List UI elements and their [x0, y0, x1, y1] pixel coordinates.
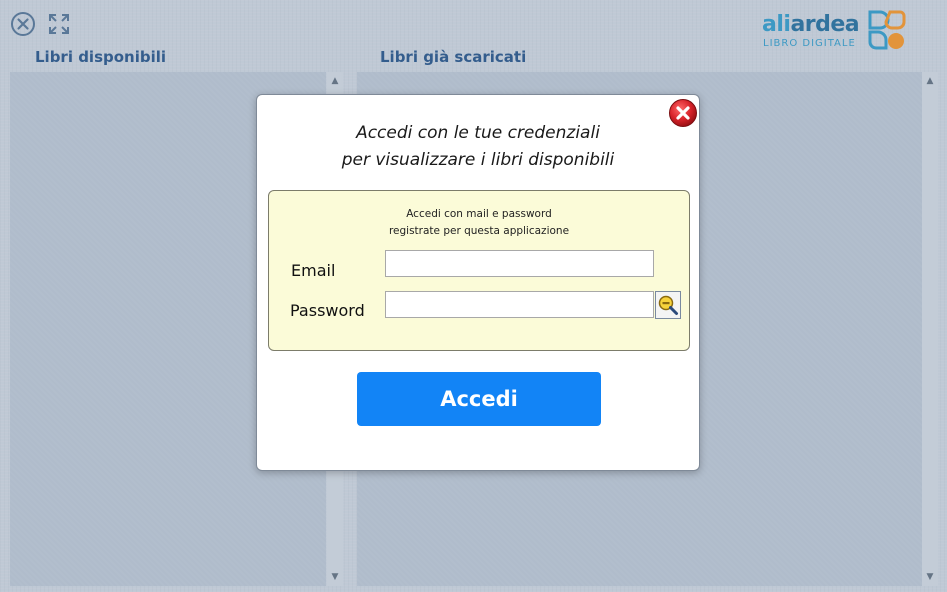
email-field[interactable]: [385, 250, 654, 277]
hint-line-2: registrate per questa applicazione: [388, 225, 570, 237]
heading-line-1: Accedi con le tue credenziali: [356, 123, 600, 143]
dialog-heading: Accedi con le tue credenziali per visual…: [257, 120, 699, 174]
login-form: Accedi con mail e password registrate pe…: [268, 190, 690, 351]
email-label: Email: [291, 261, 336, 280]
password-field[interactable]: [385, 291, 654, 318]
password-label: Password: [290, 301, 365, 320]
magnifier-icon: [658, 295, 678, 315]
login-submit-button[interactable]: Accedi: [357, 372, 601, 426]
heading-line-2: per visualizzare i libri disponibili: [341, 150, 615, 170]
hint-line-1: Accedi con mail e password: [406, 208, 552, 220]
login-hint: Accedi con mail e password registrate pe…: [269, 206, 689, 240]
show-password-button[interactable]: [655, 291, 681, 319]
login-dialog: Accedi con le tue credenziali per visual…: [256, 94, 700, 471]
